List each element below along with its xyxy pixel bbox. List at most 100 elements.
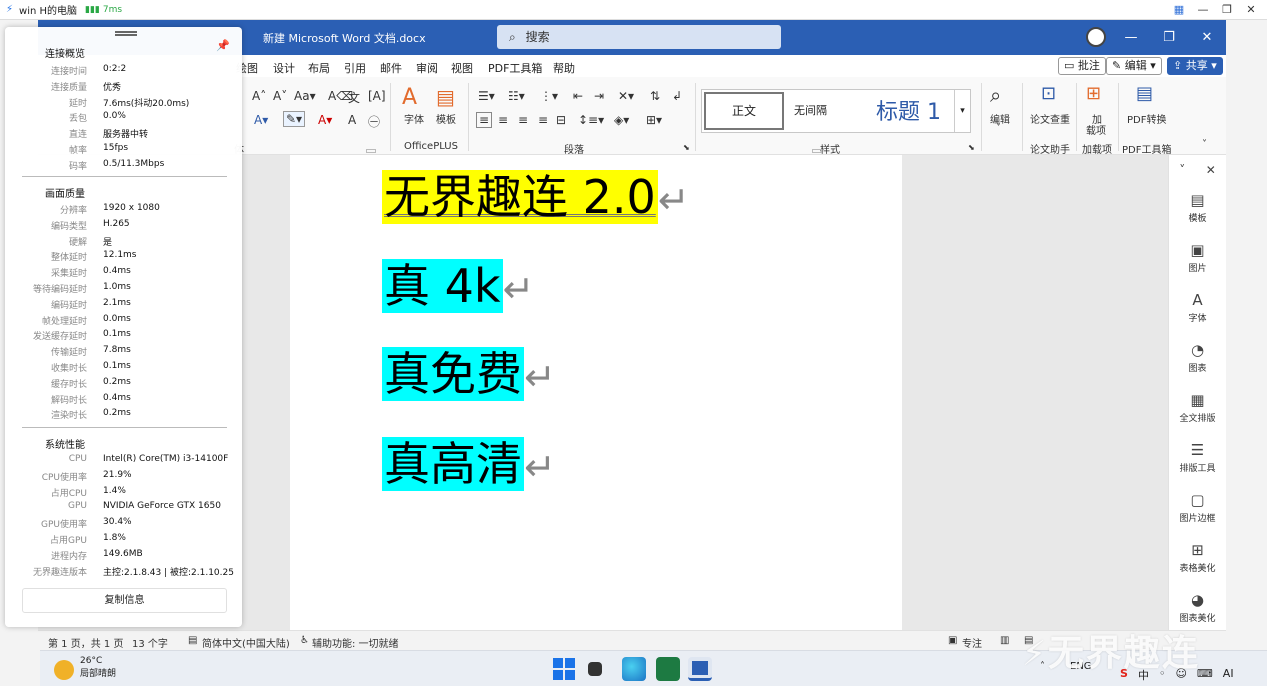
pin-icon[interactable]: 📌	[216, 39, 230, 52]
side-font[interactable]: A 字体	[1169, 289, 1226, 335]
change-case-icon[interactable]: Aa▾	[294, 89, 316, 103]
client-minimize-button[interactable]: —	[1191, 0, 1215, 20]
accessibility-status[interactable]: 辅助功能: 一切就绪	[312, 635, 399, 650]
tab-view[interactable]: 视图	[451, 60, 473, 76]
tab-help[interactable]: 帮助	[553, 60, 575, 76]
close-pane-icon[interactable]: ✕	[1206, 163, 1216, 177]
ime-ai[interactable]: AI	[1223, 667, 1234, 683]
style-no-spacing[interactable]: 无间隔	[794, 102, 827, 118]
shrink-font-icon[interactable]: A˅	[273, 89, 287, 103]
weather-widget[interactable]: 26°C 局部晴朗	[54, 655, 116, 681]
drag-handle[interactable]	[115, 31, 137, 36]
template-icon[interactable]: ▤	[436, 85, 455, 109]
tab-layout[interactable]: 布局	[308, 60, 330, 76]
pdf-convert-label[interactable]: PDF转换	[1127, 111, 1166, 126]
tab-mailings[interactable]: 邮件	[380, 60, 402, 76]
font-icon[interactable]: A	[402, 85, 417, 110]
show-marks-icon[interactable]: ↲	[672, 89, 682, 103]
collapse-ribbon-icon[interactable]: ˅	[1202, 139, 1207, 150]
phonetic-icon[interactable]: 文	[348, 89, 360, 106]
excel-icon[interactable]	[656, 657, 680, 681]
side-layout-tools[interactable]: ☰ 排版工具	[1169, 439, 1226, 485]
paragraph-line-4[interactable]: 真高清↵	[382, 432, 556, 499]
align-right-icon[interactable]: ≡	[518, 113, 528, 127]
read-mode-icon[interactable]: ▥	[1000, 635, 1009, 646]
justify-icon[interactable]: ≡	[538, 113, 548, 127]
numbering-icon[interactable]: ☷▾	[508, 89, 525, 103]
font-color-icon[interactable]: A▾	[318, 113, 332, 127]
addins-label-2[interactable]: 载项	[1086, 122, 1106, 137]
task-view-icon[interactable]	[588, 662, 602, 676]
stat-row: 硬解 是	[5, 235, 242, 250]
styles-more-button[interactable]: ▾	[954, 90, 970, 132]
tab-design[interactable]: 设计	[273, 60, 295, 76]
avatar[interactable]	[1086, 27, 1106, 47]
word-taskbar-icon[interactable]	[688, 657, 712, 681]
char-shading-icon[interactable]: A	[348, 113, 356, 127]
thesis-check-icon[interactable]: ⊡	[1041, 83, 1056, 104]
increase-indent-icon[interactable]: ⇥	[594, 89, 604, 103]
edge-icon[interactable]	[622, 657, 646, 681]
grid-icon[interactable]: ▦	[1167, 0, 1191, 20]
start-icon[interactable]	[552, 657, 576, 681]
multilevel-list-icon[interactable]: ⋮▾	[540, 89, 558, 103]
shading-icon[interactable]: ◈▾	[614, 113, 629, 127]
text-effects-icon[interactable]: A▾	[254, 113, 268, 127]
styles-launcher-icon[interactable]: ⬊	[968, 143, 975, 152]
grow-font-icon[interactable]: A˄	[252, 89, 266, 103]
side-table-beautify[interactable]: ⊞ 表格美化	[1169, 539, 1226, 585]
bullets-icon[interactable]: ☰▾	[478, 89, 495, 103]
document-page[interactable]: 无界趣连 2.0↵ 真 4k↵ 真免费↵ 真高清↵	[290, 149, 902, 630]
thesis-check-label[interactable]: 论文查重	[1030, 111, 1070, 126]
edit-mode-button[interactable]: ✎ 编辑 ▾	[1106, 57, 1162, 75]
distributed-icon[interactable]: ⊟	[556, 113, 566, 127]
side-picture[interactable]: ▣ 图片	[1169, 239, 1226, 285]
client-close-button[interactable]: ✕	[1239, 0, 1263, 20]
decrease-indent-icon[interactable]: ⇤	[573, 89, 583, 103]
highlight-color-icon[interactable]: ✎▾	[283, 111, 306, 127]
paragraph-line-1[interactable]: 无界趣连 2.0↵	[382, 165, 690, 232]
style-heading1[interactable]: 标题 1	[876, 94, 941, 126]
client-restore-button[interactable]: ❐	[1215, 0, 1239, 20]
chevron-down-icon[interactable]: ˅	[1179, 163, 1185, 177]
comment-button[interactable]: ▭ 批注	[1058, 57, 1106, 75]
font-button-label: 字体	[404, 115, 424, 126]
language-status[interactable]: 简体中文(中国大陆)	[202, 635, 290, 650]
pdf-convert-icon[interactable]: ▤	[1136, 83, 1153, 104]
enclose-char-icon[interactable]: ㊀	[368, 113, 380, 130]
stat-key: 整体延时	[50, 253, 87, 264]
addins-icon[interactable]: ⊞	[1086, 83, 1101, 104]
side-chart[interactable]: ◔ 图表	[1169, 339, 1226, 385]
close-button[interactable]: ✕	[1188, 20, 1226, 55]
paragraph-line-3[interactable]: 真免费↵	[382, 342, 556, 409]
tab-references[interactable]: 引用	[344, 60, 366, 76]
copy-info-button[interactable]: 复制信息	[22, 588, 227, 613]
stat-row: 整体延时 12.1ms	[5, 250, 242, 265]
line-spacing-icon[interactable]: ↕≡▾	[578, 113, 604, 127]
focus-mode[interactable]: 专注	[962, 635, 982, 650]
word-count[interactable]: 13 个字	[132, 635, 168, 650]
tab-pdf-tools[interactable]: PDF工具箱	[488, 60, 542, 76]
side-picture-border[interactable]: ▢ 图片边框	[1169, 489, 1226, 535]
asian-layout-icon[interactable]: ✕▾	[618, 89, 634, 103]
tab-review[interactable]: 审阅	[416, 60, 438, 76]
share-button[interactable]: ⇪ 共享 ▾	[1167, 57, 1223, 75]
sort-icon[interactable]: ⇅	[650, 89, 660, 103]
borders-icon[interactable]: ⊞▾	[646, 113, 662, 127]
paragraph-launcher-icon[interactable]: ⬊	[683, 143, 690, 152]
minimize-button[interactable]: —	[1112, 20, 1150, 55]
style-normal[interactable]: 正文	[704, 92, 784, 130]
page-count[interactable]: 第 1 页，共 1 页	[48, 635, 123, 650]
restore-button[interactable]: ❐	[1150, 20, 1188, 55]
editing-dropdown-icon[interactable]: ˅	[996, 123, 1001, 134]
align-center-icon[interactable]: ≡	[498, 113, 508, 127]
stat-key: 丢包	[68, 114, 87, 125]
editing-search-icon[interactable]: ⌕	[990, 83, 1001, 107]
side-label: 图表	[1188, 364, 1207, 374]
side-template[interactable]: ▤ 模板	[1169, 189, 1226, 235]
side-full-layout[interactable]: ▦ 全文排版	[1169, 389, 1226, 435]
char-border-icon[interactable]: [A]	[368, 89, 386, 103]
search-input[interactable]: ⌕ 搜索	[497, 25, 781, 49]
paragraph-line-2[interactable]: 真 4k↵	[382, 254, 534, 321]
align-left-icon[interactable]: ≡	[476, 112, 493, 128]
